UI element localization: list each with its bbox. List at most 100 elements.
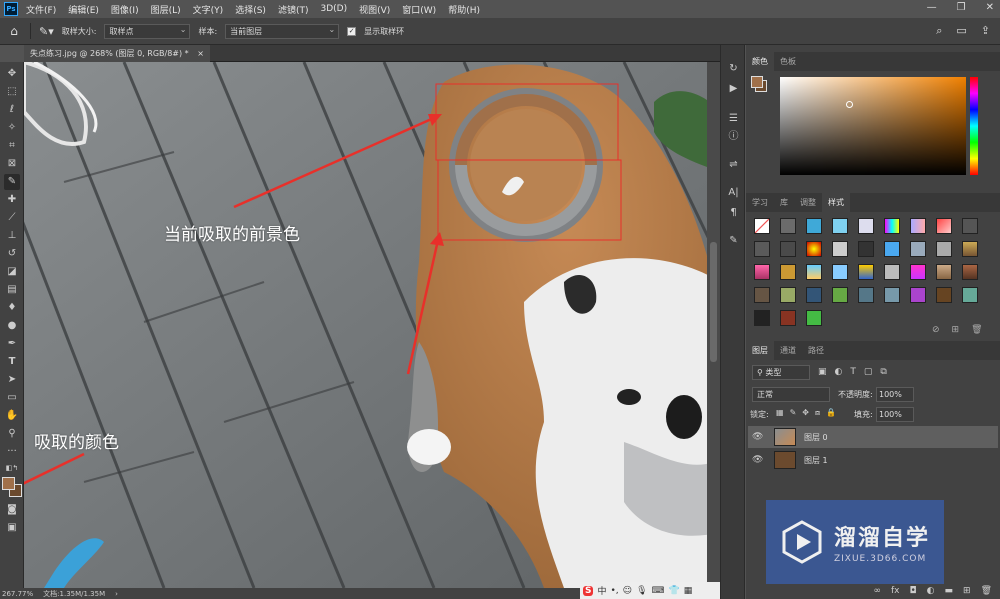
screen-mode-icon[interactable]: ▣ xyxy=(4,520,20,536)
new-adjustment-icon[interactable]: ◐ xyxy=(927,586,935,596)
character-panel-icon[interactable]: A| xyxy=(726,185,741,200)
opacity-input[interactable]: 100% xyxy=(876,387,914,402)
pen-tool-icon[interactable]: ✒ xyxy=(4,336,20,352)
style-swatch[interactable] xyxy=(780,287,796,303)
marquee-tool-icon[interactable]: ⬚ xyxy=(4,84,20,100)
style-swatch[interactable] xyxy=(832,287,848,303)
filter-shape-icon[interactable]: ▢ xyxy=(864,367,873,377)
menu-type[interactable]: 文字(Y) xyxy=(193,3,224,16)
visibility-eye-icon[interactable]: 👁 xyxy=(752,432,766,442)
delete-style-icon[interactable]: 🗑 xyxy=(971,325,982,335)
style-swatch[interactable] xyxy=(754,287,770,303)
dodge-tool-icon[interactable]: ● xyxy=(4,318,20,334)
paragraph-panel-icon[interactable]: ¶ xyxy=(726,205,741,220)
filter-pixel-icon[interactable]: ▣ xyxy=(818,367,827,377)
blur-tool-icon[interactable]: ♦ xyxy=(4,300,20,316)
history-panel-icon[interactable]: ↻ xyxy=(726,61,741,76)
tab-swatches[interactable]: 色板 xyxy=(774,52,802,71)
search-icon[interactable]: ⌕ xyxy=(936,24,942,38)
style-swatch[interactable] xyxy=(780,264,796,280)
hue-slider[interactable] xyxy=(970,77,978,175)
delete-layer-icon[interactable]: 🗑 xyxy=(981,586,992,596)
link-layers-icon[interactable]: ∞ xyxy=(874,586,882,596)
lock-transparency-icon[interactable]: ▦ xyxy=(776,408,784,418)
style-swatch[interactable] xyxy=(806,264,822,280)
style-swatch[interactable] xyxy=(910,241,926,257)
lock-move-icon[interactable]: ✥ xyxy=(802,408,809,418)
healing-brush-tool-icon[interactable]: ✚ xyxy=(4,192,20,208)
style-swatch[interactable] xyxy=(936,264,952,280)
style-swatch[interactable] xyxy=(962,241,978,257)
show-ring-checkbox[interactable]: ✓ xyxy=(347,26,357,36)
move-tool-icon[interactable]: ✥ xyxy=(4,66,20,82)
tab-channels[interactable]: 通道 xyxy=(774,341,802,360)
new-group-icon[interactable]: ▬ xyxy=(945,586,954,596)
tab-layers[interactable]: 图层 xyxy=(746,341,774,360)
menu-edit[interactable]: 编辑(E) xyxy=(68,3,99,16)
vertical-scrollbar[interactable] xyxy=(707,62,720,588)
minimize-button[interactable]: — xyxy=(927,2,937,13)
sample-size-select[interactable]: 取样点 xyxy=(104,23,191,39)
tab-color[interactable]: 颜色 xyxy=(746,52,774,71)
document-canvas[interactable]: 当前吸取的前景色 吸取的颜色 xyxy=(24,62,720,588)
layer-style-icon[interactable]: fx xyxy=(891,586,900,596)
clone-stamp-tool-icon[interactable]: ⊥ xyxy=(4,228,20,244)
style-swatch[interactable] xyxy=(780,218,796,234)
tab-paths[interactable]: 路径 xyxy=(802,341,830,360)
layer-name[interactable]: 图层 0 xyxy=(804,432,828,443)
adjustments-panel-icon[interactable]: ⇌ xyxy=(726,157,741,172)
style-swatch[interactable] xyxy=(884,287,900,303)
lock-all-icon[interactable]: 🔒 xyxy=(826,408,836,418)
menu-help[interactable]: 帮助(H) xyxy=(448,3,480,16)
gradient-tool-icon[interactable]: ▤ xyxy=(4,282,20,298)
fill-input[interactable]: 100% xyxy=(876,407,914,422)
style-swatch[interactable] xyxy=(780,310,796,326)
layer-name[interactable]: 图层 1 xyxy=(804,455,828,466)
menu-filter[interactable]: 滤镜(T) xyxy=(278,3,309,16)
more-tools-icon[interactable]: ··· xyxy=(4,444,20,460)
close-tab-icon[interactable]: × xyxy=(197,49,204,58)
style-swatch[interactable] xyxy=(884,241,900,257)
layer-row-0[interactable]: 👁 图层 0 xyxy=(748,426,998,448)
lasso-tool-icon[interactable]: ℓ xyxy=(4,102,20,118)
style-swatch[interactable] xyxy=(858,287,874,303)
actions-panel-icon[interactable]: ▶ xyxy=(726,81,741,96)
layer-row-1[interactable]: 👁 图层 1 xyxy=(748,449,998,471)
style-swatch[interactable] xyxy=(962,218,978,234)
style-swatch[interactable] xyxy=(806,287,822,303)
style-swatch[interactable] xyxy=(858,218,874,234)
menu-layer[interactable]: 图层(L) xyxy=(151,3,181,16)
style-swatch[interactable] xyxy=(936,218,952,234)
style-swatch[interactable] xyxy=(806,241,822,257)
menu-select[interactable]: 选择(S) xyxy=(235,3,266,16)
visibility-eye-icon[interactable]: 👁 xyxy=(752,455,766,465)
punctuation-icon[interactable]: •, xyxy=(611,586,619,596)
filter-adjustment-icon[interactable]: ◐ xyxy=(835,367,843,377)
share-icon[interactable]: ⇪ xyxy=(981,24,990,38)
style-swatch[interactable] xyxy=(806,218,822,234)
zoom-level[interactable]: 267.77% xyxy=(2,590,33,598)
brush-settings-icon[interactable]: ✎ xyxy=(726,233,741,248)
new-style-icon[interactable]: ⊞ xyxy=(952,325,960,335)
zoom-tool-icon[interactable]: ⚲ xyxy=(4,426,20,442)
eyedropper-preset-icon[interactable]: ✎▾ xyxy=(39,25,54,38)
eraser-tool-icon[interactable]: ◪ xyxy=(4,264,20,280)
close-window-button[interactable]: ✕ xyxy=(986,2,994,13)
style-swatch[interactable] xyxy=(910,218,926,234)
foreground-color-swatch[interactable] xyxy=(2,477,15,490)
panel-foreground-swatch[interactable] xyxy=(751,76,763,88)
magic-wand-tool-icon[interactable]: ✧ xyxy=(4,120,20,136)
clear-style-icon[interactable]: ⊘ xyxy=(932,325,940,335)
tab-adjustments[interactable]: 调整 xyxy=(794,193,822,212)
hand-tool-icon[interactable]: ✋ xyxy=(4,408,20,424)
style-swatch[interactable] xyxy=(754,310,770,326)
menu-image[interactable]: 图像(I) xyxy=(111,3,139,16)
style-swatch[interactable] xyxy=(754,264,770,280)
document-tab[interactable]: 失点练习.jpg @ 268% (图层 0, RGB/8#) * × xyxy=(24,45,210,62)
crop-tool-icon[interactable]: ⌗ xyxy=(4,138,20,154)
menu-view[interactable]: 视图(V) xyxy=(359,3,390,16)
properties-panel-icon[interactable]: ☰ xyxy=(726,111,741,126)
frame-tool-icon[interactable]: ⊠ xyxy=(4,156,20,172)
style-swatch[interactable] xyxy=(754,241,770,257)
menu-3d[interactable]: 3D(D) xyxy=(320,4,347,14)
